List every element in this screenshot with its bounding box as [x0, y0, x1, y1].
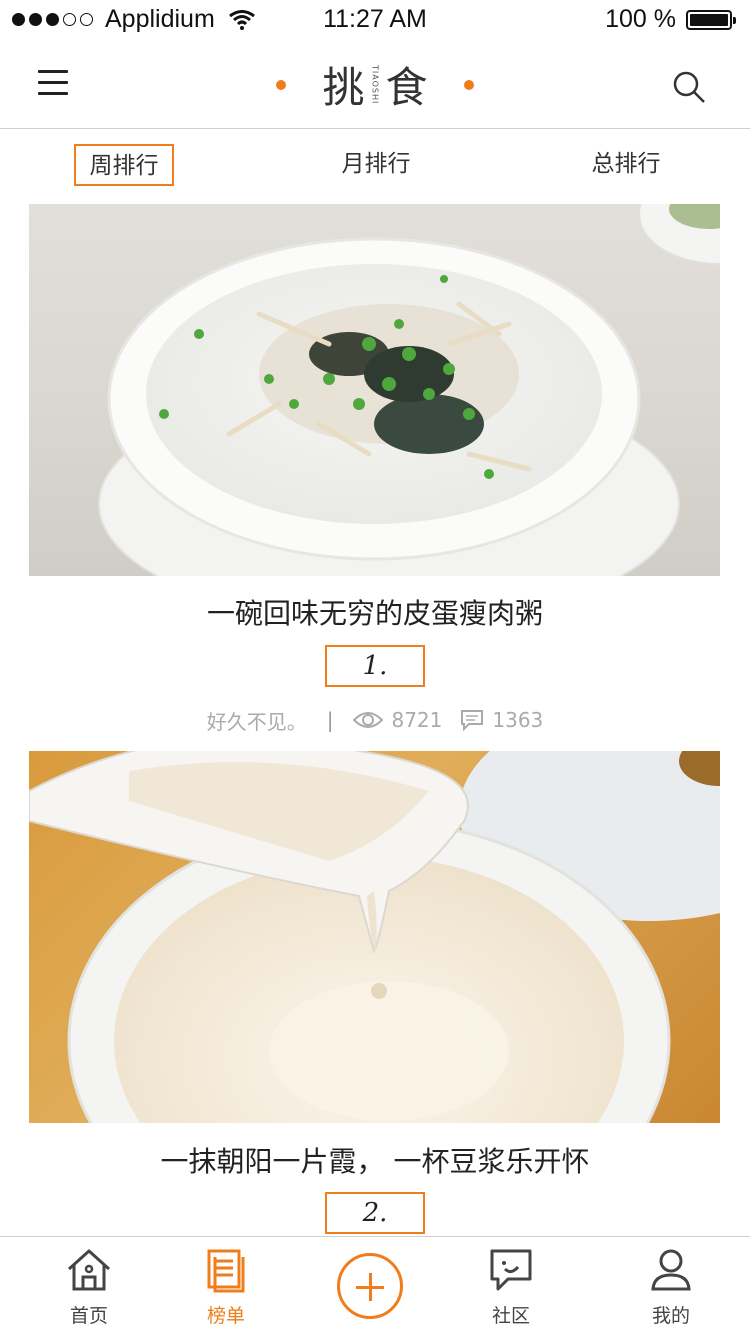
tabbar-home[interactable]: 首页	[44, 1247, 134, 1328]
tabbar-profile-label: 我的	[651, 1305, 690, 1327]
search-icon[interactable]	[672, 70, 706, 104]
add-post-button[interactable]	[337, 1253, 403, 1319]
soymilk-illustration	[29, 751, 720, 1123]
status-bar: Applidium 11:27 AM 100 %	[0, 0, 750, 40]
food-photo-soymilk[interactable]	[29, 751, 720, 1123]
rank-badge: 1.	[325, 645, 425, 687]
tabbar-ranking-label: 榜单	[206, 1305, 245, 1327]
nav-bar: 挑 TIAOSHI 食	[0, 40, 750, 129]
comment-count-value: 1363	[492, 708, 544, 732]
view-count-value: 8721	[391, 708, 443, 732]
comment-count[interactable]: 1363	[460, 708, 543, 732]
tabbar-community-label: 社区	[491, 1305, 530, 1327]
battery-status: 100 %	[605, 5, 736, 34]
view-count: 8721	[353, 708, 442, 732]
logo-dot-left	[276, 79, 287, 90]
item-meta: 好久不见。 | 8721 1363	[0, 705, 750, 735]
rank-badge: 2.	[325, 1192, 425, 1234]
tabbar-ranking[interactable]: 榜单	[181, 1247, 271, 1328]
app-logo: 挑 TIAOSHI 食	[0, 54, 750, 112]
list-icon	[207, 1249, 245, 1293]
eye-icon	[353, 712, 384, 728]
tab-weekly[interactable]: 周排行	[74, 144, 174, 186]
logo-dot-right	[463, 79, 474, 90]
logo-subtitle: TIAOSHI	[370, 64, 380, 105]
ranking-tabs: 周排行 月排行 总排行	[0, 130, 750, 204]
chat-icon	[490, 1249, 532, 1291]
battery-icon	[686, 9, 736, 30]
item-title[interactable]: 一抹朝阳一片霞， 一杯豆浆乐开怀	[0, 1140, 750, 1180]
logo-char-left: 挑	[322, 63, 365, 112]
item-title[interactable]: 一碗回味无穷的皮蛋瘦肉粥	[0, 592, 750, 632]
author-name[interactable]: 好久不见。	[207, 706, 307, 735]
tabbar-home-label: 首页	[69, 1305, 108, 1327]
meta-separator: |	[326, 708, 334, 732]
food-photo-congee[interactable]	[29, 204, 720, 576]
home-icon	[67, 1249, 111, 1291]
tabbar-profile[interactable]: 我的	[626, 1247, 716, 1328]
user-icon	[651, 1249, 691, 1291]
tab-monthly[interactable]: 月排行	[326, 144, 426, 186]
comment-icon	[461, 710, 484, 731]
tabbar-community[interactable]: 社区	[466, 1247, 556, 1328]
tab-total[interactable]: 总排行	[576, 144, 676, 186]
congee-illustration	[98, 204, 720, 576]
battery-percent: 100 %	[605, 5, 676, 33]
bottom-tab-bar: 首页 榜单 社区 我的	[0, 1236, 750, 1334]
logo-char-right: 食	[385, 63, 428, 112]
